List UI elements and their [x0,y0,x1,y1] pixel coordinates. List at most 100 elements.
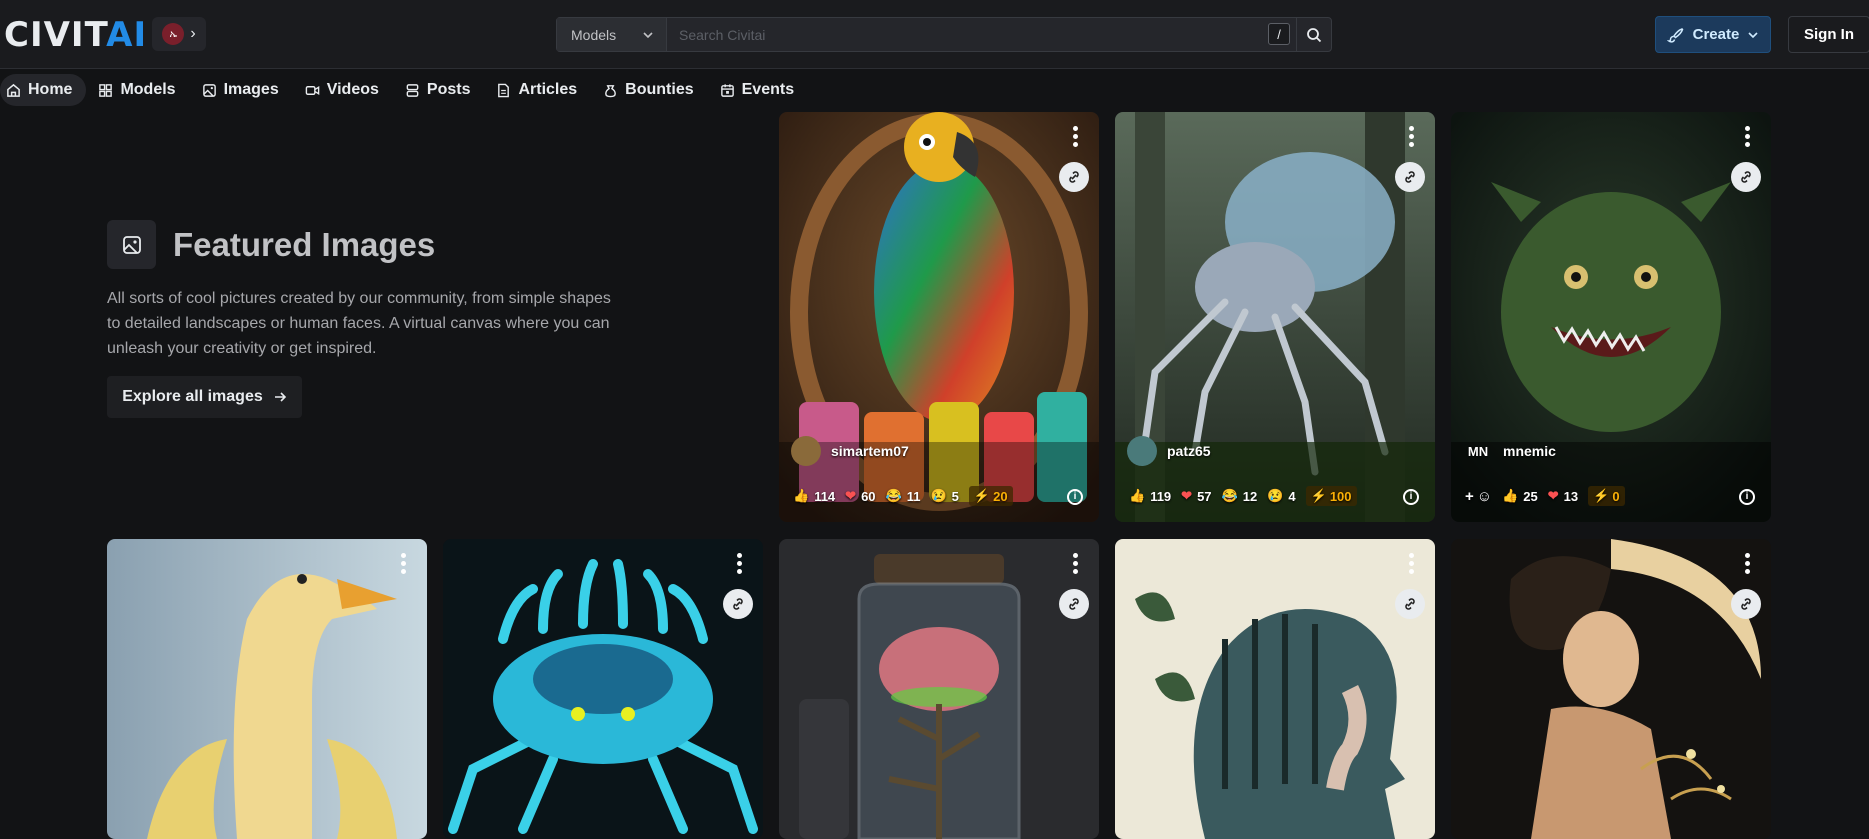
image-card[interactable] [1451,539,1771,839]
laugh-count: 12 [1242,488,1258,504]
info-icon[interactable]: i [1739,489,1755,505]
lightning-icon: ⚡ [1593,488,1610,503]
card-author[interactable]: patz65 [1127,436,1211,466]
cry-reaction[interactable]: 😢 5 [930,488,958,504]
laugh-reaction[interactable]: 😂 12 [1222,488,1258,504]
more-options-icon[interactable] [1745,126,1751,147]
image-card[interactable] [443,539,763,839]
user-menu-button[interactable]: ኤ › [152,17,206,51]
heart-icon: ❤ [1181,488,1193,503]
info-icon[interactable]: i [1403,489,1419,505]
nav-articles[interactable]: Articles [490,74,591,106]
link-icon[interactable] [1059,162,1089,192]
image-card[interactable]: simartem07 👍 114 ❤ 60 😂 11 😢 5 ⚡ 20 i [779,112,1099,522]
link-icon[interactable] [1395,589,1425,619]
link-icon[interactable] [1059,589,1089,619]
search-input[interactable] [667,18,1262,51]
more-options-icon[interactable] [401,553,407,574]
cry-icon: 😢 [1267,488,1284,503]
search-category-select[interactable]: Models [557,18,667,51]
heart-icon: ❤ [845,488,857,503]
videos-icon [305,85,320,95]
plus-icon: + [1465,487,1474,505]
create-button[interactable]: Create [1655,16,1771,53]
like-count: 25 [1523,488,1538,504]
image-card[interactable]: MN mnemic + ☺ 👍 25 ❤ 13 ⚡ 0 i [1451,112,1771,522]
image-card[interactable] [779,539,1099,839]
heart-count: 60 [861,488,876,504]
nav-events[interactable]: Events [714,74,808,106]
more-options-icon[interactable] [1745,553,1751,574]
heart-reaction[interactable]: ❤ 60 [845,488,875,504]
author-name: mnemic [1503,443,1556,459]
link-icon[interactable] [1731,162,1761,192]
buzz-tip[interactable]: ⚡ 100 [1305,486,1357,506]
link-icon[interactable] [1395,162,1425,192]
nav-images[interactable]: Images [196,74,293,106]
featured-title: Featured Images [173,226,436,263]
lightning-icon: ⚡ [973,488,991,503]
image-card[interactable] [107,539,427,839]
more-options-icon[interactable] [1073,126,1079,147]
search-bar: Models / [556,17,1332,52]
images-icon [202,83,216,97]
nav-events-label: Events [741,81,795,98]
card-author[interactable]: MN mnemic [1463,436,1556,466]
heart-reaction[interactable]: ❤ 13 [1548,488,1578,504]
like-reaction[interactable]: 👍 25 [1502,488,1538,504]
info-icon[interactable]: i [1067,489,1083,505]
heart-reaction[interactable]: ❤ 57 [1181,488,1211,504]
card-author[interactable]: simartem07 [791,436,909,466]
reactions-bar: 👍 114 ❤ 60 😂 11 😢 5 ⚡ 20 [793,486,1013,506]
top-header: CIVITAI ኤ › Models / Create Sign In [0,0,1869,69]
explore-label: Explore all images [122,388,263,405]
explore-all-images-button[interactable]: Explore all images [107,376,302,418]
more-options-icon[interactable] [1073,553,1079,574]
chevron-down-icon [1748,31,1758,38]
nav-posts[interactable]: Posts [399,74,485,106]
nav-videos[interactable]: Videos [299,74,393,106]
image-card[interactable] [1115,539,1435,839]
more-options-icon[interactable] [1409,126,1415,147]
more-options-icon[interactable] [1409,553,1415,574]
like-reaction[interactable]: 👍 119 [1129,488,1171,504]
search-category-label: Models [571,26,617,43]
posts-icon [406,83,419,97]
cry-count: 5 [951,488,959,504]
logo-accent-text: AI [106,15,148,55]
nav-bounties[interactable]: Bounties [597,74,707,106]
sign-in-button[interactable]: Sign In [1788,16,1869,53]
like-reaction[interactable]: 👍 114 [793,488,835,504]
add-reaction-button[interactable]: + ☺ [1465,488,1492,505]
search-button[interactable] [1296,18,1331,51]
cry-count: 4 [1288,488,1296,504]
laugh-icon: 😂 [1221,488,1238,503]
author-name: simartem07 [831,443,909,459]
buzz-tip[interactable]: ⚡ 20 [968,486,1013,506]
image-card[interactable]: patz65 👍 119 ❤ 57 😂 12 😢 4 ⚡ 100 i [1115,112,1435,522]
like-count: 114 [814,488,836,504]
buzz-count: 20 [993,488,1008,504]
search-shortcut-key: / [1268,23,1290,45]
brain-jar-image [779,539,1099,839]
brush-icon [1666,27,1683,43]
nav-posts-label: Posts [426,81,471,98]
link-icon[interactable] [1731,589,1761,619]
articles-icon [498,83,510,97]
civitai-logo[interactable]: CIVITAI [4,18,147,52]
avatar: MN [1467,443,1489,459]
featured-photo-icon [107,220,156,269]
laugh-count: 11 [906,488,921,504]
nav-models[interactable]: Models [92,74,189,106]
nav-home[interactable]: Home [0,74,87,106]
more-options-icon[interactable] [737,553,743,574]
reactions-bar: 👍 119 ❤ 57 😂 12 😢 4 ⚡ 100 [1129,486,1357,506]
buzz-tip[interactable]: ⚡ 0 [1588,486,1625,506]
cry-icon: 😢 [930,488,947,503]
laugh-reaction[interactable]: 😂 11 [886,488,921,504]
laugh-icon: 😂 [885,488,902,503]
link-icon[interactable] [723,589,753,619]
thumbs-up-icon: 👍 [1129,488,1146,503]
nav-bounties-label: Bounties [625,81,694,98]
cry-reaction[interactable]: 😢 4 [1267,488,1295,504]
